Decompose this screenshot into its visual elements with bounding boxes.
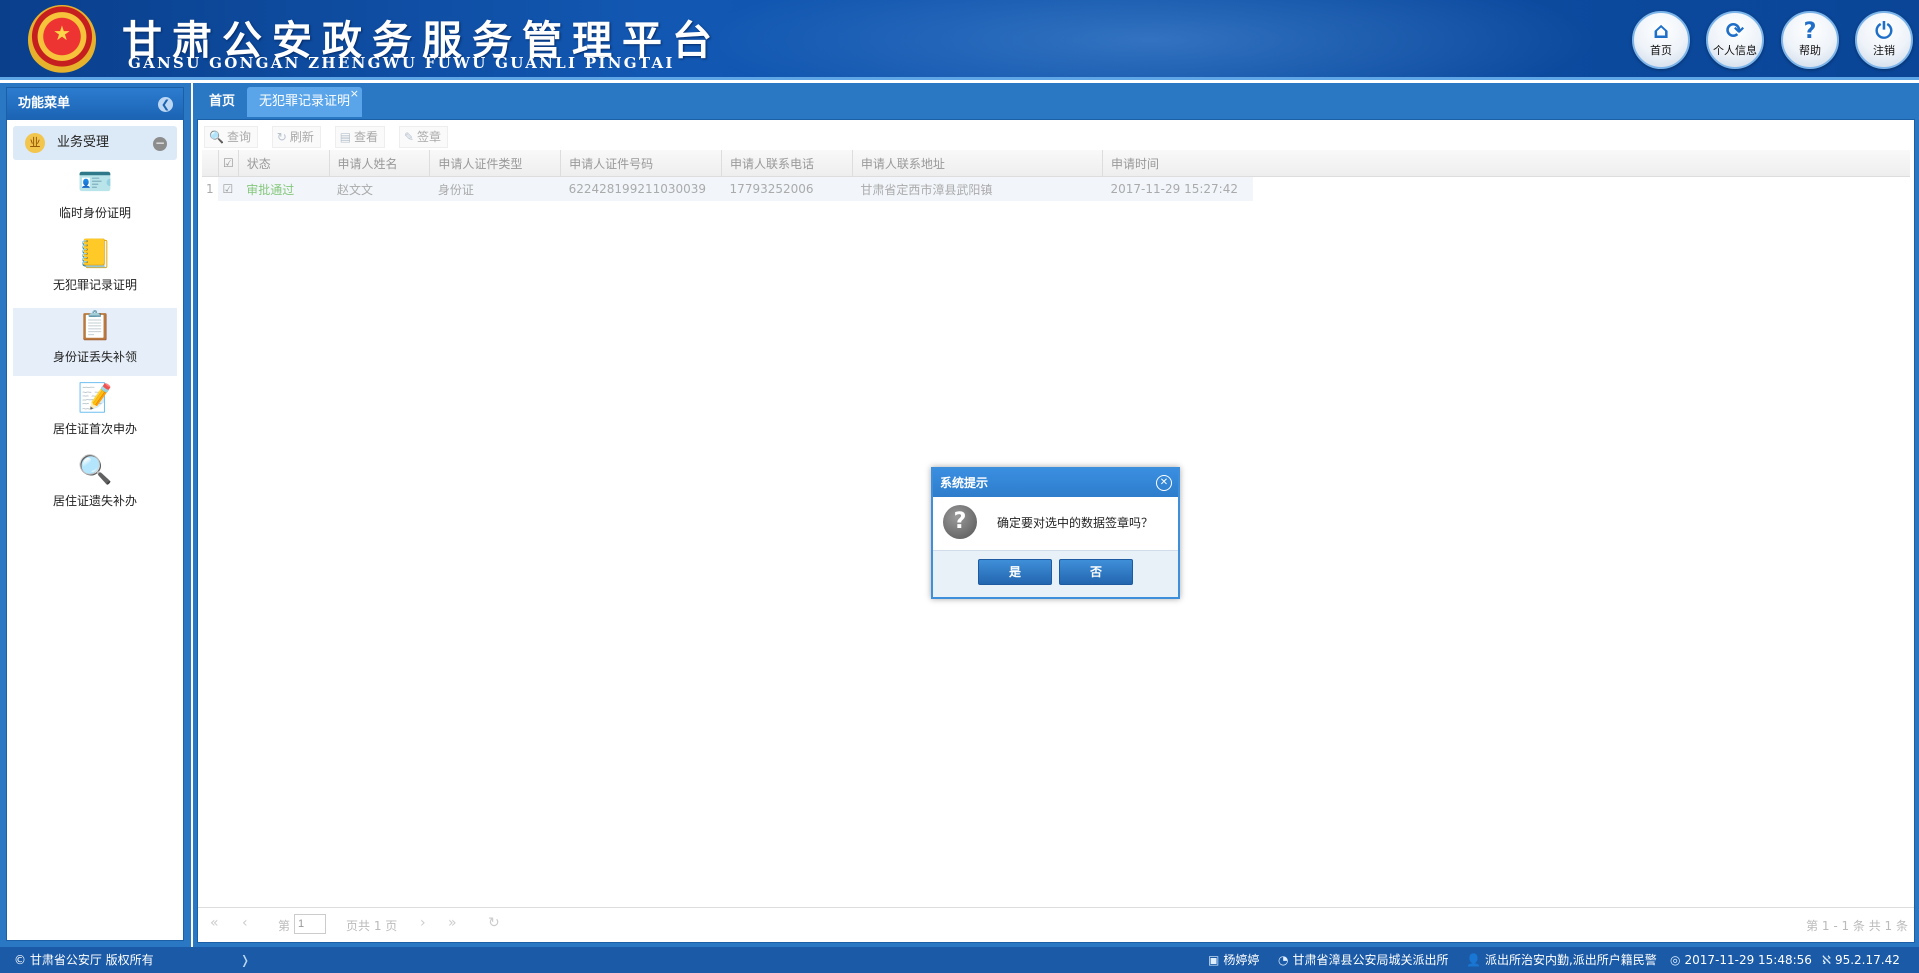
- dialog-body: ? 确定要对选中的数据签章吗？: [933, 497, 1178, 549]
- dialog-title-bar: 系统提示 ✕: [933, 469, 1178, 497]
- question-icon: ?: [943, 505, 977, 539]
- no-button[interactable]: 否: [1059, 559, 1133, 585]
- yes-button[interactable]: 是: [978, 559, 1052, 585]
- dialog-footer: 是 否: [933, 550, 1178, 597]
- dialog-message: 确定要对选中的数据签章吗？: [997, 516, 1154, 530]
- confirm-dialog: 系统提示 ✕ ? 确定要对选中的数据签章吗？ 是 否: [931, 467, 1180, 599]
- dialog-title: 系统提示: [940, 476, 989, 490]
- modal-overlay: 系统提示 ✕ ? 确定要对选中的数据签章吗？ 是 否: [0, 0, 1919, 973]
- dialog-close-icon[interactable]: ✕: [1156, 475, 1172, 491]
